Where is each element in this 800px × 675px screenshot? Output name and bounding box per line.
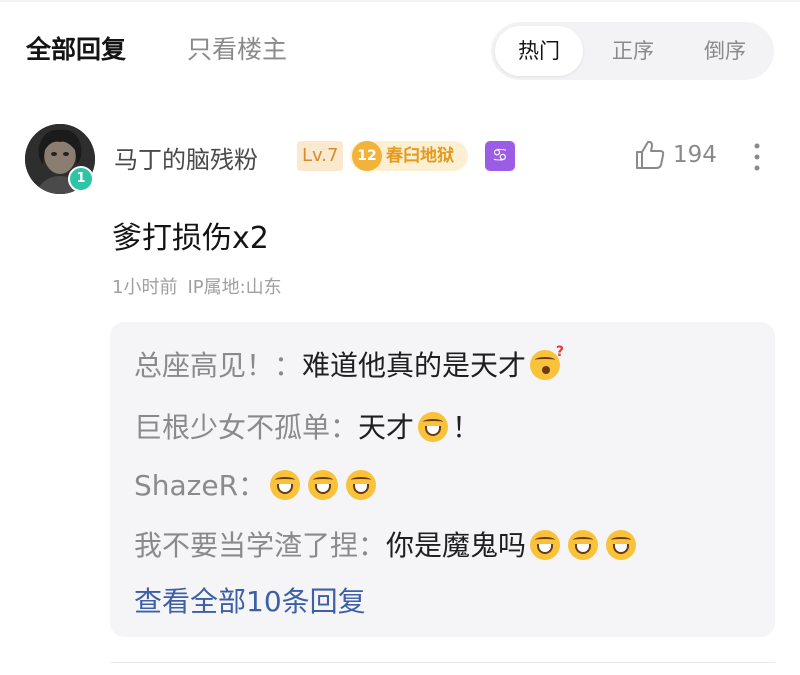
grinning-emoji-icon <box>346 470 377 500</box>
ip-location: IP属地:山东 <box>187 277 282 298</box>
reply-text: 你是魔鬼吗 <box>386 529 527 562</box>
laughing-emoji-icon <box>568 530 599 560</box>
laughing-emoji-icon <box>418 412 449 442</box>
reply-item[interactable]: ShazeR： <box>134 464 380 504</box>
level-badge: Lv.7 <box>297 141 344 171</box>
title-level-icon: 12 <box>352 141 382 171</box>
thinking-emoji-icon: ? <box>530 344 564 380</box>
sort-ascending-button[interactable]: 正序 <box>589 26 677 76</box>
username[interactable]: 马丁的脑残粉 <box>114 140 258 175</box>
sort-segmented-control: 热门 正序 倒序 <box>491 22 774 80</box>
sort-hot-button[interactable]: 热门 <box>495 26 583 76</box>
like-count: 194 <box>673 142 717 168</box>
reply-author[interactable]: 巨根少女不孤单： <box>134 411 358 444</box>
reply-text: 天才 <box>358 411 415 444</box>
reply-item[interactable]: 巨根少女不孤单：天才 ！ <box>134 406 480 446</box>
bottom-divider <box>110 662 775 663</box>
reply-text: 难道他真的是天才 <box>302 349 527 382</box>
avatar-level-badge: 1 <box>68 166 94 192</box>
reply-item[interactable]: 总座高见！：难道他真的是天才? <box>134 344 564 384</box>
title-badge: 12 春臼地狱 <box>350 141 468 171</box>
grinning-emoji-icon <box>308 470 339 500</box>
thumbs-up-icon[interactable] <box>633 138 667 172</box>
reply-author[interactable]: 我不要当学渣了捏： <box>134 529 386 562</box>
tab-only-op[interactable]: 只看楼主 <box>187 30 287 66</box>
laughing-emoji-icon <box>606 530 637 560</box>
reply-author[interactable]: ShazeR： <box>134 469 266 502</box>
sort-descending-button[interactable]: 倒序 <box>681 26 769 76</box>
laughing-emoji-icon <box>530 530 561 560</box>
comment-time: 1小时前 <box>112 277 178 298</box>
view-all-replies-link[interactable]: 查看全部10条回复 <box>134 580 366 620</box>
comment-meta: 1小时前 IP属地:山东 <box>112 273 292 299</box>
comment-text: 爹打损伤x2 <box>112 221 269 256</box>
grinning-emoji-icon <box>270 470 301 500</box>
more-options-icon[interactable] <box>746 140 768 174</box>
title-name: 春臼地狱 <box>386 146 454 166</box>
top-divider <box>0 0 800 2</box>
cancer-zodiac-icon: ♋ <box>485 141 515 171</box>
tab-all-replies[interactable]: 全部回复 <box>26 30 126 66</box>
replies-box: 总座高见！：难道他真的是天才? 巨根少女不孤单：天才 ！ ShazeR： 我不要当… <box>110 322 775 637</box>
reply-item[interactable]: 我不要当学渣了捏：你是魔鬼吗 <box>134 524 640 564</box>
reply-suffix: ！ <box>452 411 481 444</box>
reply-author[interactable]: 总座高见！： <box>134 349 302 382</box>
reply-header: 全部回复 只看楼主 热门 正序 倒序 <box>0 22 800 82</box>
